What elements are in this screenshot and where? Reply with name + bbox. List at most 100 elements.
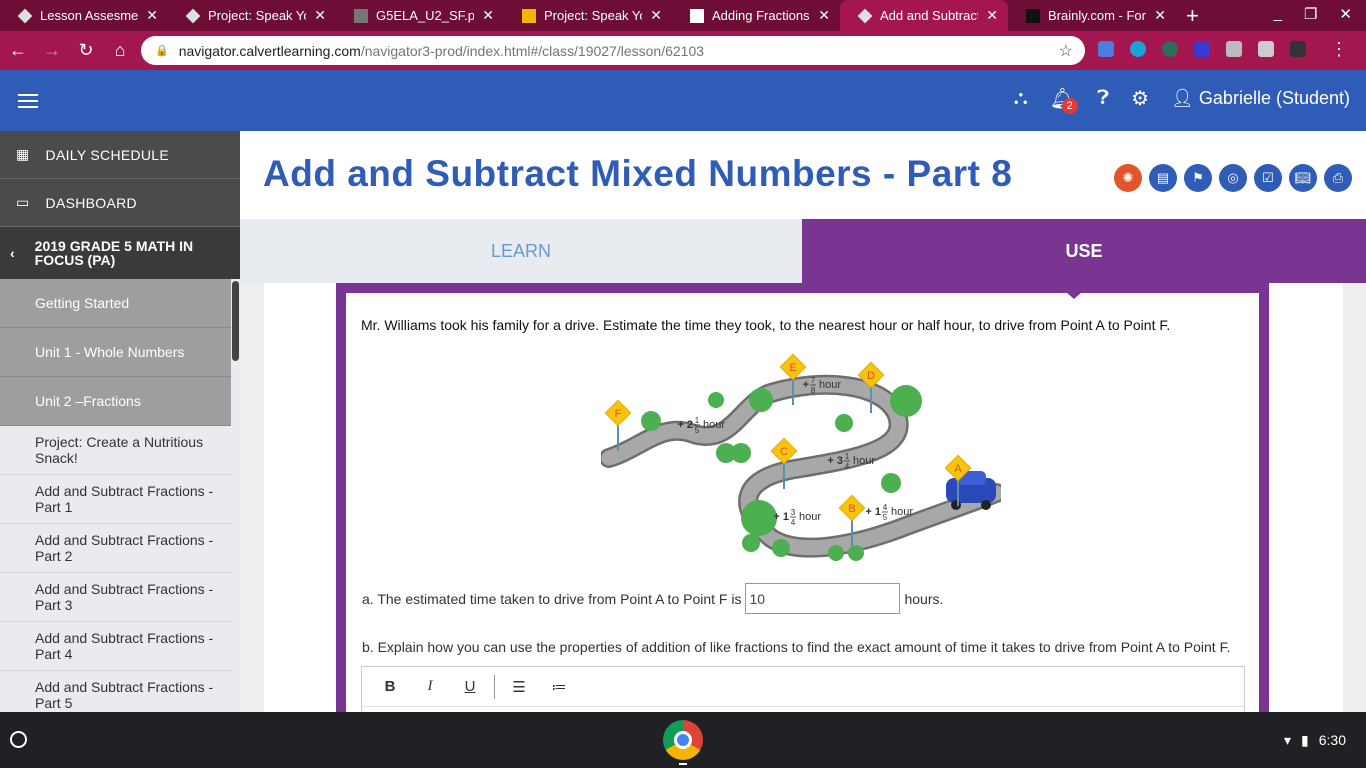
leg-unit: hour: [703, 419, 725, 431]
sidebar-course-back[interactable]: ‹ 2019 GRADE 5 MATH IN FOCUS (PA): [0, 227, 240, 279]
sidebar-lesson[interactable]: Add and Subtract Fractions - Part 4: [0, 622, 231, 671]
presentation-icon[interactable]: ▤: [1149, 164, 1177, 192]
course-name: 2019 GRADE 5 MATH IN FOCUS (PA): [34, 238, 194, 268]
italic-button[interactable]: I: [410, 678, 450, 695]
system-tray[interactable]: ▾ ▮ 6:30: [1284, 732, 1346, 749]
page-title: Add and Subtract Mixed Numbers - Part 8: [263, 153, 1013, 194]
leg-unit: hour: [819, 379, 841, 391]
browser-tab[interactable]: Project: Speak Your ✕: [504, 0, 672, 31]
tab-title: Brainly.com - For st: [1048, 8, 1146, 23]
sidebar-unit[interactable]: Unit 2 –Fractions: [0, 377, 231, 426]
browser-tab[interactable]: G5ELA_U2_SF.pdf ✕: [336, 0, 504, 31]
sidebar-lesson[interactable]: Add and Subtract Fractions - Part 3: [0, 573, 231, 622]
person-icon: 👤︎: [1171, 88, 1194, 108]
translate-extension-icon[interactable]: [1098, 41, 1114, 57]
bold-button[interactable]: B: [370, 678, 410, 695]
sidebar-item-dashboard[interactable]: ▭ DASHBOARD: [0, 179, 240, 227]
character-extension-icon[interactable]: [1290, 41, 1306, 57]
c-extension-icon[interactable]: [1194, 41, 1210, 57]
estimated-hours-input[interactable]: [745, 583, 901, 614]
sidebar-unit[interactable]: Getting Started: [0, 279, 231, 328]
sidebar-scrollbar[interactable]: [232, 281, 239, 361]
book-icon[interactable]: 📖︎: [1289, 164, 1317, 192]
leg-whole: + 1: [773, 511, 789, 523]
numbered-list-icon[interactable]: ≔: [539, 678, 579, 696]
home-button[interactable]: ⌂: [104, 40, 136, 61]
sidebar-unit[interactable]: Unit 1 - Whole Numbers: [0, 328, 231, 377]
leg-numerator: 1: [695, 416, 700, 425]
play-extension-icon[interactable]: [1226, 41, 1242, 57]
sidebar-item-daily-schedule[interactable]: ▦ DAILY SCHEDULE: [0, 131, 240, 179]
close-tab-icon[interactable]: ✕: [1154, 7, 1166, 24]
chevron-left-icon: ‹: [10, 245, 15, 261]
sidebar-lesson[interactable]: Add and Subtract Fractions - Part 2: [0, 524, 231, 573]
gear-tool-icon[interactable]: ✺: [1114, 164, 1142, 192]
browser-menu-icon[interactable]: ⋮: [1330, 39, 1348, 60]
browser-tab[interactable]: Project: Speak Your ✕: [168, 0, 336, 31]
sidebar-label: DASHBOARD: [45, 194, 137, 211]
user-name: Gabrielle (Student): [1198, 88, 1350, 108]
sign-letter: C: [780, 446, 788, 458]
leg-unit: hour: [853, 455, 875, 467]
leg-time-label: + 1 34 hour: [773, 508, 821, 527]
bulleted-list-icon[interactable]: ☰: [499, 678, 539, 696]
restore-button[interactable]: ❐: [1304, 5, 1317, 23]
target-icon[interactable]: ◎: [1219, 164, 1247, 192]
close-tab-icon[interactable]: ✕: [146, 7, 158, 24]
tab-title: Project: Speak Your: [208, 8, 306, 23]
b-extension-icon[interactable]: [1258, 41, 1274, 57]
lock-icon: 🔒: [155, 45, 169, 57]
tab-title: G5ELA_U2_SF.pdf: [376, 8, 475, 23]
browser-tab[interactable]: Brainly.com - For st ✕: [1008, 0, 1176, 31]
sidebar-lesson[interactable]: Add and Subtract Fractions - Part 5: [0, 671, 231, 712]
road-trip-illustration: ABCDEF + 1 45 hour+ 1 34 hour+ 3 14 hour+ 78 ho…: [601, 353, 1001, 561]
leg-whole: + 2: [677, 419, 693, 431]
sign-letter: D: [867, 370, 875, 382]
close-tab-icon[interactable]: ✕: [314, 7, 326, 24]
browser-tab[interactable]: Lesson Assesment ✕: [0, 0, 168, 31]
shield-extension-icon-2[interactable]: [1162, 41, 1178, 57]
close-tab-icon[interactable]: ✕: [482, 7, 494, 24]
sidebar-lesson[interactable]: Add and Subtract Fractions - Part 1: [0, 475, 231, 524]
help-icon[interactable]: ❓︎: [1097, 87, 1109, 110]
leg-denominator: 8: [811, 386, 816, 395]
sidebar-lesson[interactable]: Project: Create a Nutritious Snack!: [0, 426, 231, 475]
toolbar-divider: [494, 674, 495, 699]
slides-icon: [522, 8, 536, 23]
reload-button[interactable]: ↻: [70, 40, 102, 61]
flag-icon[interactable]: ⚑: [1184, 164, 1212, 192]
url-path: /navigator3-prod/index.html#/class/19027…: [360, 42, 705, 59]
checklist-icon[interactable]: ☑: [1254, 164, 1282, 192]
underline-button[interactable]: U: [450, 678, 490, 695]
print-icon[interactable]: ⎙: [1324, 164, 1352, 192]
user-menu[interactable]: 👤︎ Gabrielle (Student): [1171, 88, 1350, 109]
notifications-icon[interactable]: 🔔︎ 2: [1050, 86, 1078, 114]
launcher-icon[interactable]: [10, 731, 27, 748]
calvert-icon: [185, 8, 201, 23]
chrome-icon[interactable]: [663, 720, 703, 760]
url-host: navigator.calvertlearning.com: [178, 42, 361, 59]
leg-numerator: 3: [791, 508, 796, 517]
lesson-title-area: Add and Subtract Mixed Numbers - Part 8 …: [240, 131, 1366, 219]
close-tab-icon[interactable]: ✕: [818, 7, 830, 24]
back-button[interactable]: ←: [2, 40, 34, 61]
url-bar[interactable]: 🔒 navigator.calvertlearning.com/navigato…: [141, 36, 1085, 65]
shield-extension-icon[interactable]: [1130, 41, 1146, 57]
browser-tab[interactable]: Add and Subtract M ✕: [840, 0, 1008, 31]
browser-tab[interactable]: Adding Fractions C ✕: [672, 0, 840, 31]
new-tab-button[interactable]: +: [1186, 3, 1199, 29]
settings-gear-icon[interactable]: ⚙: [1131, 86, 1149, 111]
leg-numerator: 1: [845, 452, 850, 461]
tab-learn[interactable]: LEARN: [240, 219, 802, 283]
close-window-button[interactable]: ✕: [1339, 5, 1352, 23]
org-chart-icon[interactable]: ⛬: [1014, 87, 1028, 110]
minimize-button[interactable]: _: [1274, 5, 1282, 23]
hamburger-menu-icon[interactable]: [18, 94, 38, 108]
close-tab-icon[interactable]: ✕: [986, 7, 998, 24]
leg-denominator: 5: [695, 426, 700, 435]
close-tab-icon[interactable]: ✕: [650, 7, 662, 24]
bookmark-star-icon[interactable]: ☆: [1059, 41, 1073, 61]
forward-button[interactable]: →: [36, 40, 68, 61]
tab-use[interactable]: USE: [802, 219, 1366, 283]
part-a-suffix: hours.: [904, 590, 944, 607]
